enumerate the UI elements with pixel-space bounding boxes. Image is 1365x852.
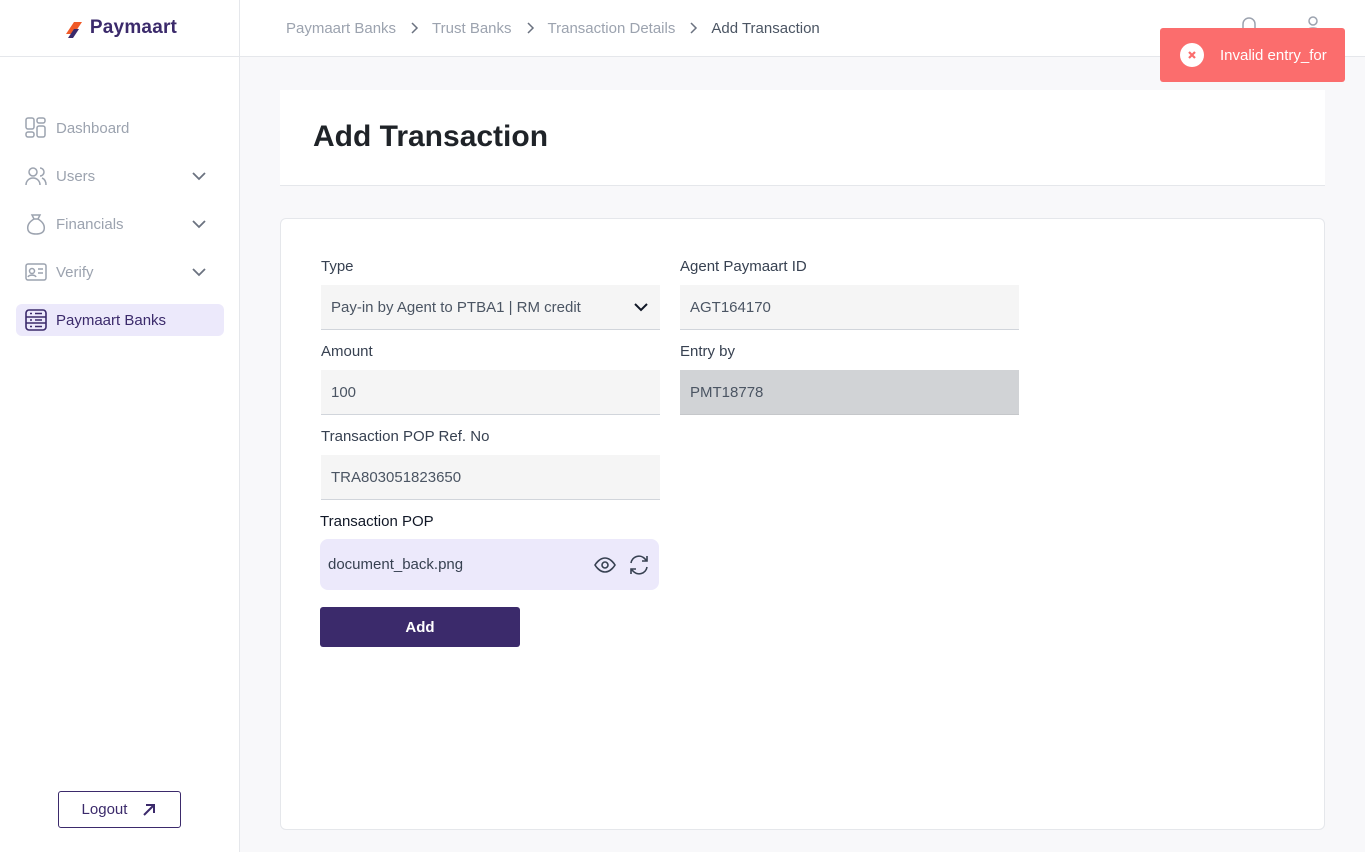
sidebar-item-label: Paymaart Banks (56, 311, 167, 329)
error-close-icon (1180, 43, 1204, 67)
entry-by-input: PMT18778 (680, 370, 1019, 415)
chevron-down-icon[interactable] (190, 263, 208, 281)
sidebar-item-label: Dashboard (56, 119, 130, 137)
chevron-right-icon (690, 22, 698, 34)
pop-ref-value: TRA803051823650 (331, 468, 462, 486)
chevron-down-icon (634, 303, 648, 312)
sidebar-nav: Dashboard Users Financials Verify Paymaa… (16, 112, 224, 352)
sidebar: Paymaart Dashboard Users Financials Veri… (0, 0, 240, 852)
add-button[interactable]: Add (320, 607, 520, 647)
money-bag-icon (24, 212, 48, 236)
sidebar-item-dashboard[interactable]: Dashboard (16, 112, 224, 144)
refresh-icon[interactable] (627, 553, 651, 577)
type-field: Type Pay-in by Agent to PTBA1 | RM credi… (321, 258, 660, 330)
agent-id-value: AGT164170 (690, 298, 771, 316)
page-title: Add Transaction (313, 120, 549, 153)
logout-label: Logout (81, 801, 128, 818)
pop-ref-input[interactable]: TRA803051823650 (321, 455, 660, 500)
sidebar-item-users[interactable]: Users (16, 160, 224, 192)
id-card-icon (24, 260, 48, 284)
sidebar-item-label: Financials (56, 215, 124, 233)
pop-ref-label: Transaction POP Ref. No (321, 428, 490, 445)
breadcrumb-current: Add Transaction (711, 19, 820, 37)
dashboard-icon (24, 116, 48, 140)
toast-message: Invalid entry_for (1220, 46, 1327, 64)
entry-by-value: PMT18778 (690, 383, 764, 401)
agent-id-label: Agent Paymaart ID (680, 258, 807, 275)
sidebar-item-paymaart-banks[interactable]: Paymaart Banks (16, 304, 224, 336)
sidebar-item-verify[interactable]: Verify (16, 256, 224, 288)
entry-by-field: Entry by PMT18778 (680, 343, 1019, 415)
sidebar-item-label: Verify (56, 263, 94, 281)
type-select[interactable]: Pay-in by Agent to PTBA1 | RM credit (321, 285, 660, 330)
chevron-right-icon (411, 22, 419, 34)
sidebar-item-financials[interactable]: Financials (16, 208, 224, 240)
eye-icon[interactable] (593, 553, 617, 577)
amount-label: Amount (321, 343, 373, 360)
breadcrumb-item[interactable]: Trust Banks (432, 20, 511, 37)
sidebar-item-label: Users (56, 167, 96, 185)
agent-id-field: Agent Paymaart ID AGT164170 (680, 258, 1019, 330)
arrow-up-right-icon (143, 803, 156, 816)
logo[interactable]: Paymaart (0, 0, 239, 57)
users-icon (24, 164, 48, 188)
chevron-down-icon[interactable] (190, 215, 208, 233)
pop-file-upload: document_back.png (320, 539, 659, 590)
amount-input[interactable]: 100 (321, 370, 660, 415)
agent-id-input[interactable]: AGT164170 (680, 285, 1019, 330)
breadcrumb: Paymaart Banks Trust Banks Transaction D… (286, 0, 820, 56)
chevron-right-icon (526, 22, 534, 34)
brand-name: Paymaart (89, 17, 178, 38)
logout-button[interactable]: Logout (58, 791, 181, 828)
entry-by-label: Entry by (680, 343, 736, 360)
add-transaction-form: Type Pay-in by Agent to PTBA1 | RM credi… (280, 218, 1325, 830)
pop-file-name: document_back.png (328, 556, 464, 573)
chevron-down-icon[interactable] (190, 167, 208, 185)
type-select-value: Pay-in by Agent to PTBA1 | RM credit (331, 298, 581, 316)
paymaart-logo-icon (65, 22, 82, 38)
breadcrumb-item[interactable]: Transaction Details (548, 20, 676, 37)
page-header: Add Transaction (280, 90, 1325, 186)
error-toast[interactable]: Invalid entry_for (1160, 28, 1345, 82)
breadcrumb-item[interactable]: Paymaart Banks (286, 20, 396, 37)
amount-field: Amount 100 (321, 343, 660, 415)
type-label: Type (321, 258, 354, 275)
pop-file-label: Transaction POP (320, 513, 434, 530)
pop-ref-field: Transaction POP Ref. No TRA803051823650 (321, 428, 660, 500)
bank-list-icon (24, 308, 48, 332)
amount-value: 100 (331, 383, 357, 401)
